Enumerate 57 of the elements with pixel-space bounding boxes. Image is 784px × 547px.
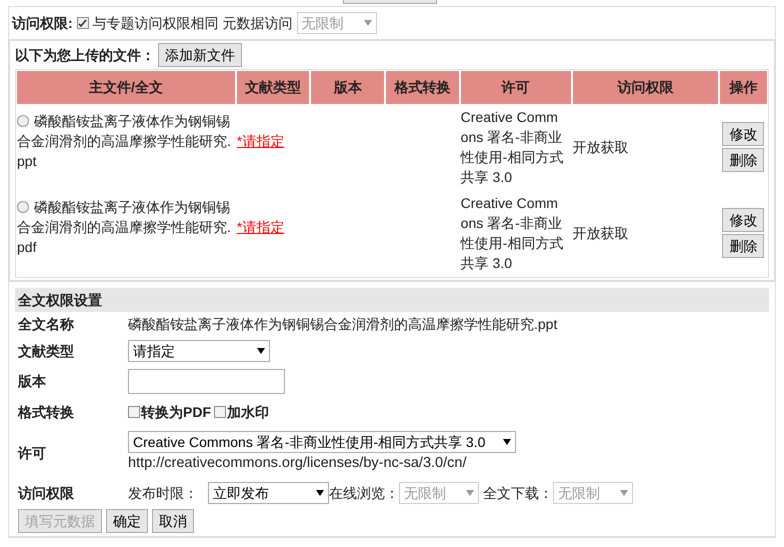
file-name: 磷酸酯铵盐离子液体作为钢铜锡合金润滑剂的高温摩擦学性能研究. bbox=[17, 198, 232, 237]
type-link[interactable]: *请指定 bbox=[236, 133, 284, 149]
document-type-select[interactable]: 请指定 bbox=[128, 340, 270, 362]
button[interactable]: 删除 bbox=[722, 234, 764, 258]
button[interactable]: 修改 bbox=[722, 208, 764, 232]
publish-label: 发布时限： bbox=[128, 484, 198, 502]
same-as-topic-label: 与专题访问权限相同 bbox=[92, 14, 219, 32]
file-name: 磷酸酯铵盐离子液体作为钢铜锡合金润滑剂的高温摩擦学性能研究. bbox=[17, 112, 232, 151]
file-extension: pdf bbox=[17, 238, 38, 257]
online-view-label: 在线浏览： bbox=[329, 484, 399, 502]
column-header: 操作 bbox=[720, 71, 768, 104]
column-header: 版本 bbox=[311, 71, 384, 104]
license-text: Creative Commons 署名-非商业性使用-相同方式共享 3.0 bbox=[460, 194, 564, 273]
license-text: Creative Commons 署名-非商业性使用-相同方式共享 3.0 bbox=[460, 108, 564, 187]
button[interactable]: 删除 bbox=[722, 148, 764, 172]
license-url: http://creativecommons.org/licenses/by-nc-sa/3.0/cn/ bbox=[128, 454, 468, 474]
dropdown-arrow-icon bbox=[620, 490, 628, 496]
section-header: 全文权限设置 bbox=[15, 288, 769, 312]
checkbox[interactable] bbox=[214, 406, 226, 418]
column-header: 文献类型 bbox=[236, 71, 310, 104]
column-header: 格式转换 bbox=[386, 71, 459, 104]
button[interactable]: 确定 bbox=[106, 509, 148, 533]
field-label: 格式转换 bbox=[18, 402, 75, 422]
field-label: 访问权限 bbox=[18, 484, 75, 502]
access-text: 开放获取 bbox=[572, 224, 629, 242]
dropdown-arrow-icon bbox=[257, 348, 265, 354]
field-label: 文献类型 bbox=[18, 342, 75, 360]
dropdown-arrow-icon bbox=[503, 439, 511, 446]
button[interactable]: 添加新文件 bbox=[158, 43, 242, 67]
button[interactable]: 取消 bbox=[152, 509, 194, 533]
column-header: 主文件/全文 bbox=[17, 71, 235, 104]
access-label: 访问权限: bbox=[12, 14, 73, 32]
license-select[interactable]: Creative Commons 署名-非商业性使用-相同方式共享 3.0 bbox=[128, 431, 516, 454]
download-label: 全文下载： bbox=[483, 484, 553, 502]
option-label: 加水印 bbox=[227, 402, 269, 422]
version-field[interactable] bbox=[128, 368, 285, 394]
metadata-access-label: 元数据访问 bbox=[222, 14, 293, 32]
option-label: 转换为PDF bbox=[141, 402, 211, 422]
file-extension: ppt bbox=[17, 152, 38, 171]
column-header: 访问权限 bbox=[572, 71, 718, 104]
publish-select[interactable]: 立即发布 bbox=[208, 482, 329, 504]
field-label: 许可 bbox=[18, 444, 47, 462]
field-label: 版本 bbox=[18, 372, 47, 390]
file-name-value: 磷酸酯铵盐离子液体作为钢铜锡合金润滑剂的高温摩擦学性能研究.ppt bbox=[128, 314, 558, 334]
checkbox[interactable] bbox=[76, 17, 89, 29]
column-header: 许可 bbox=[460, 71, 571, 104]
dropdown-arrow-icon bbox=[466, 490, 474, 496]
dropdown-arrow-icon bbox=[364, 20, 372, 26]
radio-button[interactable] bbox=[17, 115, 29, 127]
radio-button[interactable] bbox=[17, 201, 29, 213]
button[interactable]: 修改 bbox=[722, 122, 764, 146]
type-link[interactable]: *请指定 bbox=[236, 219, 284, 235]
field-label: 全文名称 bbox=[18, 314, 75, 334]
access-text: 开放获取 bbox=[572, 138, 629, 156]
dropdown-arrow-icon bbox=[316, 490, 324, 496]
checkbox[interactable] bbox=[128, 406, 140, 418]
uploaded-files-title: 以下为您上传的文件： bbox=[15, 46, 155, 64]
